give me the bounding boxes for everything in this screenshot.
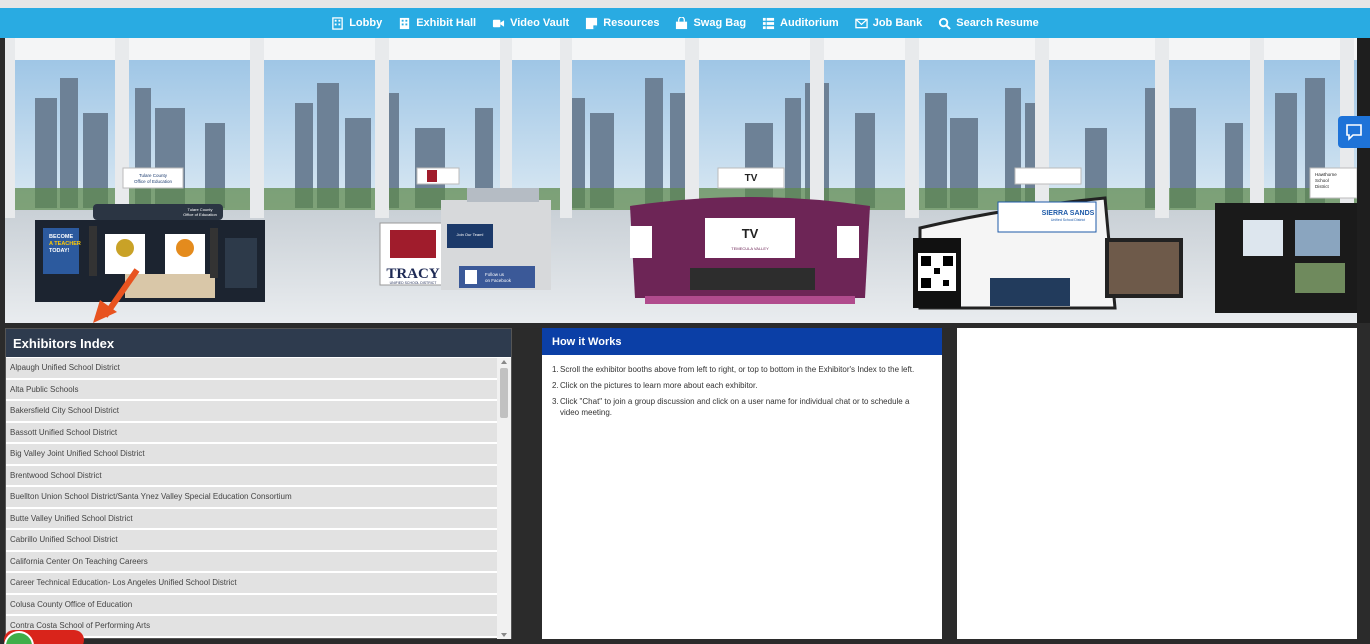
- envelope-icon: [854, 18, 868, 28]
- how-it-works-steps: 1. Scroll the exhibitor booths above from…: [542, 355, 942, 418]
- nav-video-vault[interactable]: Video Vault: [484, 8, 577, 38]
- booth-sign-text: Office of Education: [183, 212, 217, 217]
- building-icon: [332, 16, 343, 30]
- list-item: 2. Click on the pictures to learn more ab…: [552, 380, 928, 391]
- nav-lobby[interactable]: Lobby: [323, 8, 390, 38]
- nav-search-resume[interactable]: Search Resume: [930, 8, 1047, 38]
- booth-sign-text: Unified School District: [1051, 218, 1085, 222]
- nav-swag-bag[interactable]: Swag Bag: [667, 8, 754, 38]
- top-navigation: Lobby Exhibit Hall Video Vault Resources…: [0, 8, 1370, 38]
- nav-label: Auditorium: [780, 17, 839, 29]
- nav-label: Resources: [603, 17, 660, 29]
- nav-exhibit-hall[interactable]: Exhibit Hall: [390, 8, 484, 38]
- search-icon: [939, 17, 952, 30]
- booth-sign-text: School: [1315, 178, 1329, 183]
- video-camera-icon: [493, 19, 505, 27]
- step-text: Click on the pictures to learn more abou…: [560, 381, 758, 390]
- nav-resources[interactable]: Resources: [577, 8, 667, 38]
- booth-sign-text: District: [1315, 184, 1329, 189]
- booth-sign-text: UNIFIED SCHOOL DISTRICT: [390, 281, 438, 285]
- nav-job-bank[interactable]: Job Bank: [847, 8, 931, 38]
- booth-sign-text: Join Our Team!: [456, 232, 483, 237]
- exhibitors-index-panel: Exhibitors Index Alpaugh Unified School …: [5, 328, 512, 639]
- booth-sign-text: Hawthorne: [1315, 172, 1337, 177]
- exhibit-hall-panorama[interactable]: Tulare County Office of Education Tulare…: [5, 38, 1357, 323]
- nav-label: Search Resume: [956, 17, 1039, 29]
- exhibitors-scrollbar[interactable]: [497, 358, 511, 639]
- how-it-works-title: How it Works: [542, 328, 942, 355]
- step-text: Click "Chat" to join a group discussion …: [560, 397, 910, 417]
- step-text: Scroll the exhibitor booths above from l…: [560, 365, 915, 374]
- nav-label: Job Bank: [872, 17, 923, 29]
- list-item: 1. Scroll the exhibitor booths above from…: [552, 364, 928, 375]
- top-gap: [0, 0, 1370, 8]
- shopping-bag-icon: [676, 16, 688, 29]
- nav-label: Video Vault: [510, 17, 570, 29]
- step-number: 3.: [552, 397, 559, 406]
- ceiling: [5, 38, 1357, 60]
- scroll-up-arrow[interactable]: [501, 360, 507, 364]
- step-number: 1.: [552, 365, 559, 374]
- list-item[interactable]: California Center On Teaching Careers: [6, 551, 497, 571]
- list-item: 3. Click "Chat" to join a group discussio…: [552, 396, 928, 418]
- exhibitors-index-title: Exhibitors Index: [6, 329, 511, 357]
- blank-panel: [957, 328, 1357, 639]
- list-item[interactable]: Alta Public Schools: [6, 379, 497, 399]
- exhibitors-list[interactable]: Alpaugh Unified School District Alta Pub…: [6, 358, 497, 639]
- list-icon: [762, 17, 775, 29]
- nav-label: Exhibit Hall: [416, 17, 477, 29]
- list-item[interactable]: Colusa County Office of Education: [6, 594, 497, 614]
- chat-float-button[interactable]: [1338, 116, 1370, 148]
- booth-sign-text: TODAY!: [49, 248, 70, 254]
- list-item[interactable]: Alpaugh Unified School District: [6, 358, 497, 378]
- how-it-works-panel: How it Works 1. Scroll the exhibitor boot…: [542, 328, 942, 639]
- nav-label: Lobby: [349, 17, 383, 29]
- booth-sign-text: BECOME: [49, 234, 73, 240]
- booth-sign-text: TEMECULA VALLEY: [731, 246, 769, 251]
- list-item[interactable]: Brentwood School District: [6, 465, 497, 485]
- booth-sign-text: A TEACHER: [49, 241, 81, 247]
- booth-sign-text: SIERRA SANDS: [1042, 210, 1095, 217]
- scroll-down-arrow[interactable]: [501, 633, 507, 637]
- list-item[interactable]: Bassott Unified School District: [6, 422, 497, 442]
- list-item[interactable]: Butte Valley Unified School District: [6, 508, 497, 528]
- list-item[interactable]: Career Technical Education- Los Angeles …: [6, 573, 497, 593]
- nav-auditorium[interactable]: Auditorium: [754, 8, 847, 38]
- list-item[interactable]: Bakersfield City School District: [6, 401, 497, 421]
- booth-sign-text: Tulare County: [139, 173, 168, 178]
- booth-sign-text: TV: [745, 173, 758, 184]
- booth-sign-text: TV: [742, 226, 759, 241]
- building-icon: [400, 17, 410, 29]
- booth-sign-text: TRACY: [386, 266, 440, 282]
- scrollbar-thumb[interactable]: [500, 368, 508, 418]
- sticky-note-icon: [586, 17, 598, 29]
- nav-label: Swag Bag: [693, 17, 747, 29]
- step-number: 2.: [552, 381, 559, 390]
- booth-sign-text: Follow us: [485, 272, 505, 277]
- booth-sign-text: Office of Education: [134, 179, 172, 184]
- page-scrollbar-strip: [1357, 38, 1370, 323]
- list-item[interactable]: Cabrillo Unified School District: [6, 530, 497, 550]
- booth-sign-text: on Facebook: [485, 278, 512, 283]
- chat-bubble-icon: [1346, 124, 1362, 141]
- list-item[interactable]: Buellton Union School District/Santa Yne…: [6, 487, 497, 507]
- list-item[interactable]: Big Valley Joint Unified School District: [6, 444, 497, 464]
